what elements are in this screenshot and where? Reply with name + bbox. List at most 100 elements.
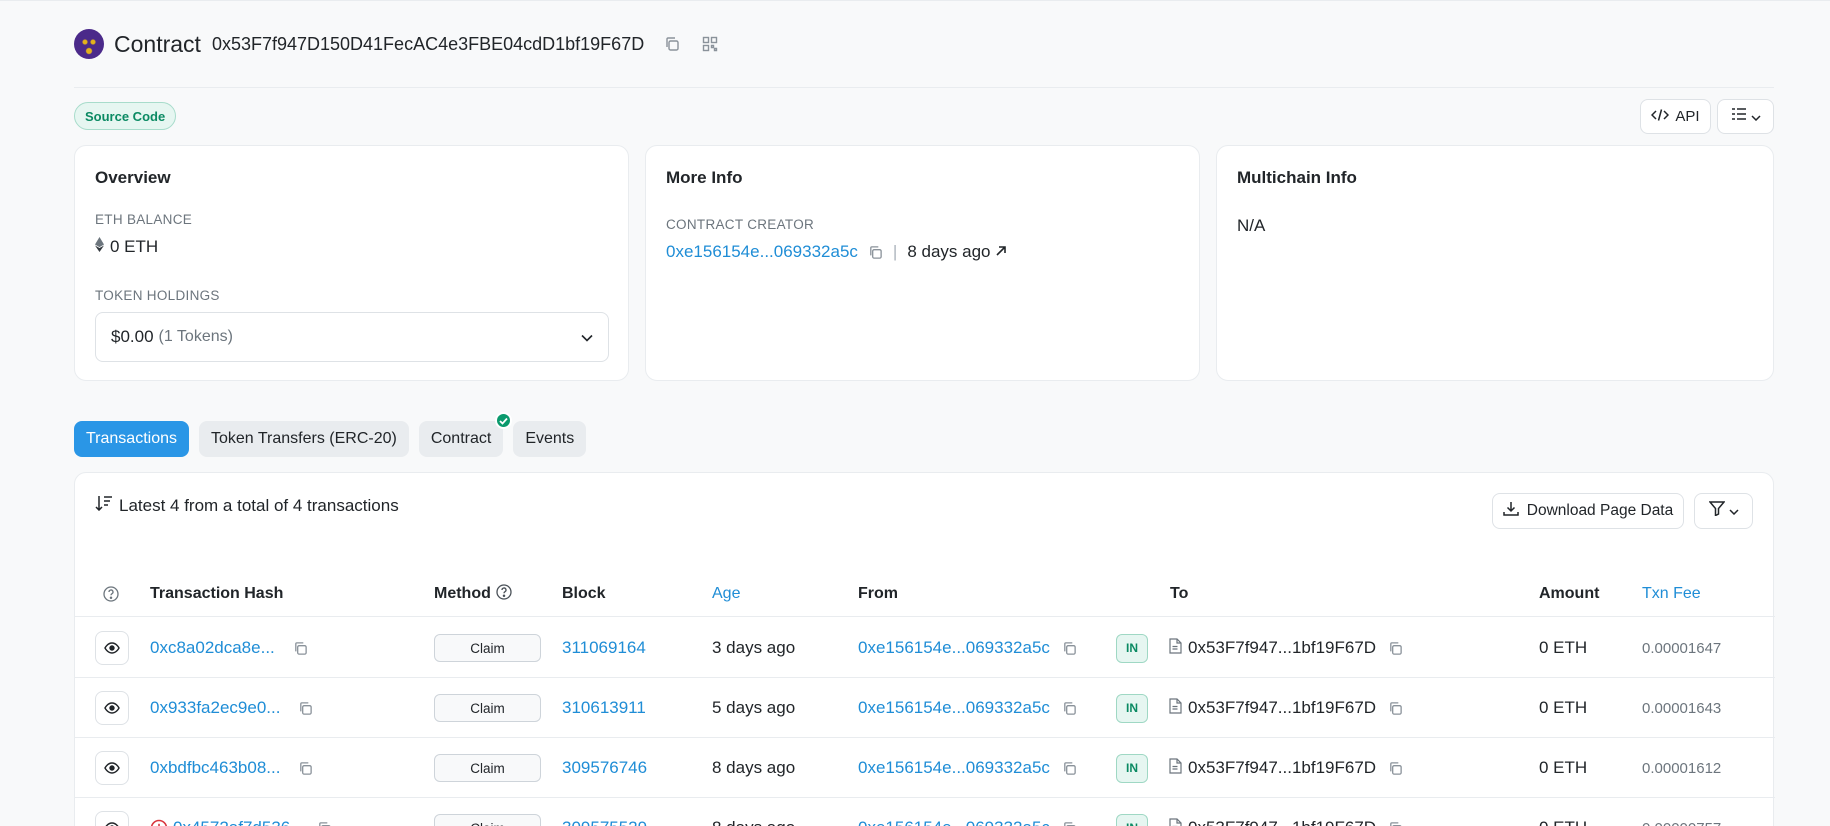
row-from-cell: 0xe156154e...069332a5c	[858, 738, 1077, 798]
transaction-hash-link[interactable]: 0xc8a02dca8e...	[150, 638, 275, 658]
page-title: Contract	[114, 30, 201, 57]
direction-badge: IN	[1116, 813, 1148, 826]
row-from-cell: 0xe156154e...069332a5c	[858, 798, 1077, 826]
copy-icon[interactable]	[1388, 641, 1403, 656]
token-holdings-dropdown[interactable]: $0.00 (1 Tokens)	[95, 312, 609, 362]
copy-icon[interactable]	[298, 761, 313, 776]
view-options-button[interactable]	[1717, 99, 1774, 134]
block-link[interactable]: 309575529	[562, 818, 647, 826]
eye-icon[interactable]	[95, 631, 129, 665]
eth-balance-value: 0 ETH	[110, 237, 159, 256]
row-method-cell: Claim	[434, 798, 541, 826]
from-address-link[interactable]: 0xe156154e...069332a5c	[858, 638, 1050, 658]
col-age[interactable]: Age	[712, 571, 740, 617]
row-from-cell: 0xe156154e...069332a5c	[858, 618, 1077, 678]
help-icon[interactable]	[103, 571, 119, 617]
token-holdings-label: TOKEN HOLDINGS	[95, 288, 220, 303]
row-direction-cell: IN	[1116, 738, 1148, 798]
copy-icon[interactable]	[298, 701, 313, 716]
to-address[interactable]: 0x53F7f947...1bf19F67D	[1188, 758, 1376, 778]
tab-contract[interactable]: Contract	[418, 412, 513, 457]
copy-icon[interactable]	[662, 34, 682, 54]
contract-file-icon	[1168, 757, 1182, 779]
table-row: 0xbdfbc463b08... Claim 309576746 8 days …	[75, 738, 1775, 798]
contract-avatar	[74, 29, 104, 59]
arrow-up-right-icon[interactable]	[995, 242, 1007, 262]
row-direction-cell: IN	[1116, 798, 1148, 826]
col-from: From	[858, 585, 898, 602]
api-button[interactable]: API	[1640, 99, 1711, 134]
row-method-cell: Claim	[434, 618, 541, 678]
token-holdings-count: (1 Tokens)	[158, 328, 233, 345]
row-method-cell: Claim	[434, 738, 541, 798]
block-link[interactable]: 309576746	[562, 758, 647, 778]
transaction-hash-link[interactable]: 0x4572af7d536...	[173, 818, 304, 826]
download-page-data-button[interactable]: Download Page Data	[1492, 493, 1684, 529]
from-address-link[interactable]: 0xe156154e...069332a5c	[858, 698, 1050, 718]
table-row: 0x4572af7d536... Claim 309575529 8 days …	[75, 798, 1775, 826]
eth-balance-label: ETH BALANCE	[95, 212, 193, 227]
help-icon[interactable]	[496, 583, 512, 605]
more-info-title: More Info	[666, 168, 743, 187]
row-block-cell: 309576746	[562, 738, 647, 798]
method-badge: Claim	[434, 754, 541, 782]
tab-contract-label: Contract	[430, 430, 492, 447]
transactions-summary-text: Latest 4 from a total of 4 transactions	[119, 495, 399, 515]
col-transaction-hash: Transaction Hash	[150, 585, 284, 602]
ethereum-icon	[95, 237, 104, 257]
block-link[interactable]: 310613911	[562, 698, 646, 718]
eye-icon[interactable]	[95, 811, 129, 826]
eye-icon[interactable]	[95, 691, 129, 725]
download-icon	[1503, 501, 1519, 522]
row-txn-fee: 0.00000757	[1642, 798, 1721, 826]
transaction-hash-link[interactable]: 0x933fa2ec9e0...	[150, 698, 280, 718]
row-amount: 0 ETH	[1539, 758, 1588, 777]
row-direction-cell: IN	[1116, 618, 1148, 678]
token-holdings-value: $0.00	[111, 327, 154, 346]
copy-icon[interactable]	[868, 245, 883, 260]
filter-icon	[1707, 501, 1726, 521]
creator-age[interactable]: 8 days ago	[907, 242, 990, 262]
col-txn-fee[interactable]: Txn Fee	[1642, 571, 1701, 617]
creator-address-link[interactable]: 0xe156154e...069332a5c	[666, 242, 858, 262]
copy-icon[interactable]	[1388, 701, 1403, 716]
table-row: 0x933fa2ec9e0... Claim 310613911 5 days …	[75, 678, 1775, 738]
block-link[interactable]: 311069164	[562, 638, 646, 658]
col-method-label: Method	[434, 585, 491, 602]
qr-code-icon[interactable]	[700, 34, 720, 54]
tab-events[interactable]: Events	[513, 421, 587, 457]
copy-icon[interactable]	[1062, 701, 1077, 716]
row-amount: 0 ETH	[1539, 798, 1587, 826]
from-address-link[interactable]: 0xe156154e...069332a5c	[858, 758, 1050, 778]
chevron-down-icon	[1728, 502, 1739, 520]
header-divider	[74, 87, 1774, 88]
row-amount: 0 ETH	[1539, 698, 1588, 717]
to-address[interactable]: 0x53F7f947...1bf19F67D	[1188, 638, 1376, 658]
copy-icon[interactable]	[1062, 821, 1077, 826]
transaction-hash-link[interactable]: 0xbdfbc463b08...	[150, 758, 280, 778]
table-row: 0xc8a02dca8e... Claim 311069164 3 days a…	[75, 618, 1775, 678]
contract-address: 0x53F7f947D150D41FecAC4e3FBE04cdD1bf19F6…	[211, 33, 645, 54]
copy-icon[interactable]	[1388, 821, 1403, 826]
row-to-cell: 0x53F7f947...1bf19F67D	[1168, 618, 1403, 678]
tab-token-transfers[interactable]: Token Transfers (ERC-20)	[199, 421, 409, 457]
col-amount: Amount	[1539, 585, 1600, 602]
row-to-cell: 0x53F7f947...1bf19F67D	[1168, 678, 1403, 738]
row-to-cell: 0x53F7f947...1bf19F67D	[1168, 798, 1403, 826]
copy-icon[interactable]	[293, 641, 308, 656]
to-address[interactable]: 0x53F7f947...1bf19F67D	[1188, 698, 1376, 718]
eye-icon[interactable]	[95, 751, 129, 785]
tab-transactions[interactable]: Transactions	[74, 421, 189, 457]
copy-icon[interactable]	[1062, 641, 1077, 656]
tab-bar: Transactions Token Transfers (ERC-20) Co…	[74, 412, 587, 457]
row-block-cell: 309575529	[562, 798, 647, 826]
source-code-badge[interactable]: Source Code	[74, 102, 177, 130]
from-address-link[interactable]: 0xe156154e...069332a5c	[858, 818, 1050, 826]
copy-icon[interactable]	[1062, 761, 1077, 776]
copy-icon[interactable]	[1388, 761, 1403, 776]
filter-button[interactable]	[1694, 493, 1753, 529]
col-method: Method	[434, 571, 512, 617]
copy-icon[interactable]	[317, 821, 332, 826]
to-address[interactable]: 0x53F7f947...1bf19F67D	[1188, 818, 1376, 826]
row-method-cell: Claim	[434, 678, 541, 738]
